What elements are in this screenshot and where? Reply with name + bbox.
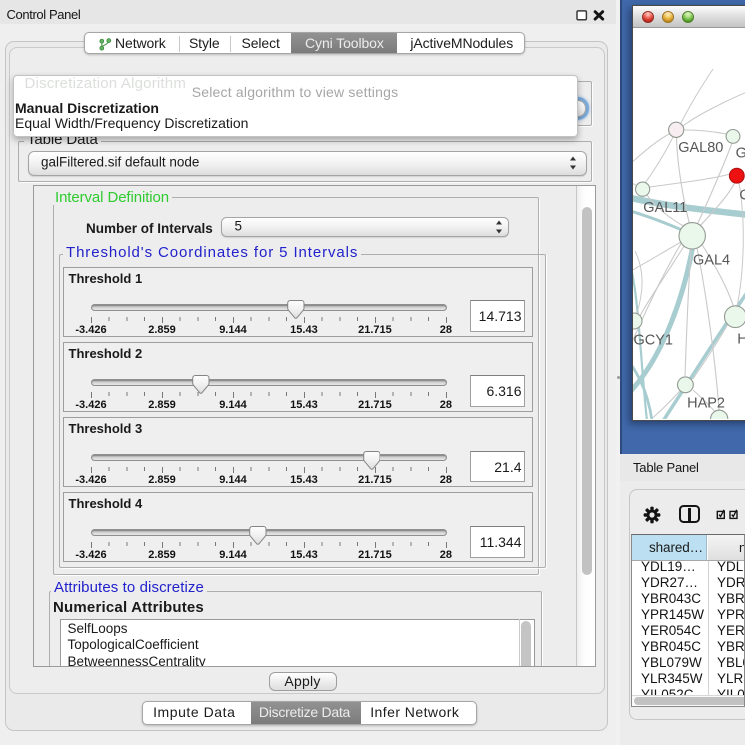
svg-text:GAL4: GAL4 [693,252,730,268]
svg-text:CY: CY [739,187,745,203]
svg-text:GAL: GAL [736,145,745,161]
svg-text:HA: HA [737,331,745,347]
svg-text:GAL11: GAL11 [643,200,687,216]
svg-text:GCY1: GCY1 [634,333,674,349]
svg-text:GAL80: GAL80 [678,140,723,156]
svg-text:HAP2: HAP2 [687,396,725,412]
